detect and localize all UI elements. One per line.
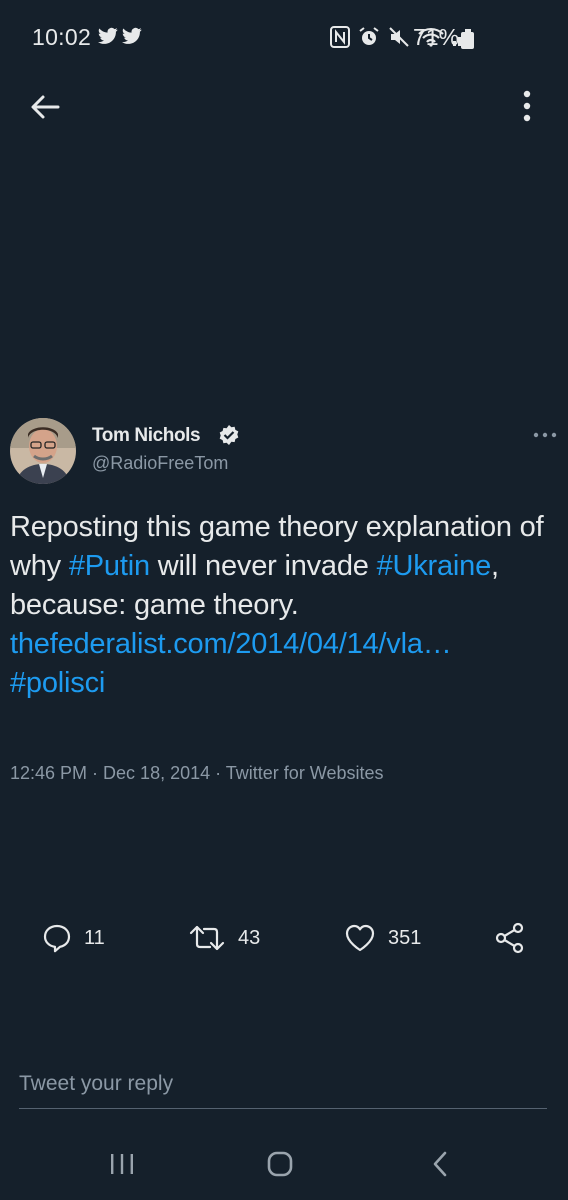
tweet-date: Dec 18, 2014 (103, 763, 211, 783)
like-count: 351 (388, 926, 422, 949)
author-handle[interactable]: @RadioFreeTom (92, 453, 228, 474)
hashtag-link[interactable]: #Ukraine (377, 550, 492, 582)
reply-icon (43, 924, 71, 953)
tweet-source[interactable]: Twitter for Websites (226, 763, 384, 783)
hashtag-link[interactable]: #polisci (10, 667, 105, 699)
heart-icon (345, 924, 375, 952)
more-options-icon[interactable] (532, 428, 558, 442)
status-time: 10:02 (32, 24, 92, 50)
alarm-icon (359, 27, 379, 45)
reply-count: 11 (84, 926, 105, 949)
back-arrow-icon[interactable] (28, 90, 62, 124)
tweet-text-segment: will never invade (149, 550, 377, 582)
tweet-text: Reposting this game theory explanation o… (10, 508, 550, 703)
avatar[interactable] (10, 418, 76, 484)
twitter-notification-icon (98, 27, 118, 44)
share-button[interactable] (494, 918, 526, 958)
retweet-count: 43 (238, 926, 261, 949)
meta-separator: · (87, 763, 104, 783)
author-name[interactable]: Tom Nichols (92, 425, 201, 447)
reply-input[interactable]: Tweet your reply (19, 1072, 547, 1109)
retweet-icon (189, 925, 225, 951)
nfc-icon (330, 26, 350, 48)
article-url-link[interactable]: thefederalist.com/2014/04/14/vla… (10, 628, 452, 660)
retweet-button[interactable]: 43 (188, 918, 260, 958)
twitter-notification-icon (122, 27, 142, 44)
overflow-menu-icon[interactable] (512, 88, 542, 124)
tweet-meta: 12:46 PM · Dec 18, 2014 · Twitter for We… (10, 763, 384, 784)
meta-separator: · (210, 763, 226, 783)
home-icon[interactable] (266, 1150, 294, 1178)
tweet-time: 12:46 PM (10, 763, 88, 783)
recent-apps-icon[interactable] (108, 1152, 136, 1176)
battery-icon (461, 29, 474, 49)
reply-button[interactable]: 11 (42, 918, 105, 958)
share-icon (495, 922, 524, 954)
mute-icon (389, 27, 409, 47)
notification-icons (98, 27, 142, 45)
status-bar: 10:02 71% (0, 0, 568, 76)
hashtag-link[interactable]: #Putin (69, 550, 150, 582)
battery-percent: 71% (413, 24, 460, 50)
nav-back-icon[interactable] (430, 1150, 450, 1178)
like-button[interactable]: 351 (344, 918, 421, 958)
verified-badge-icon (219, 425, 239, 445)
